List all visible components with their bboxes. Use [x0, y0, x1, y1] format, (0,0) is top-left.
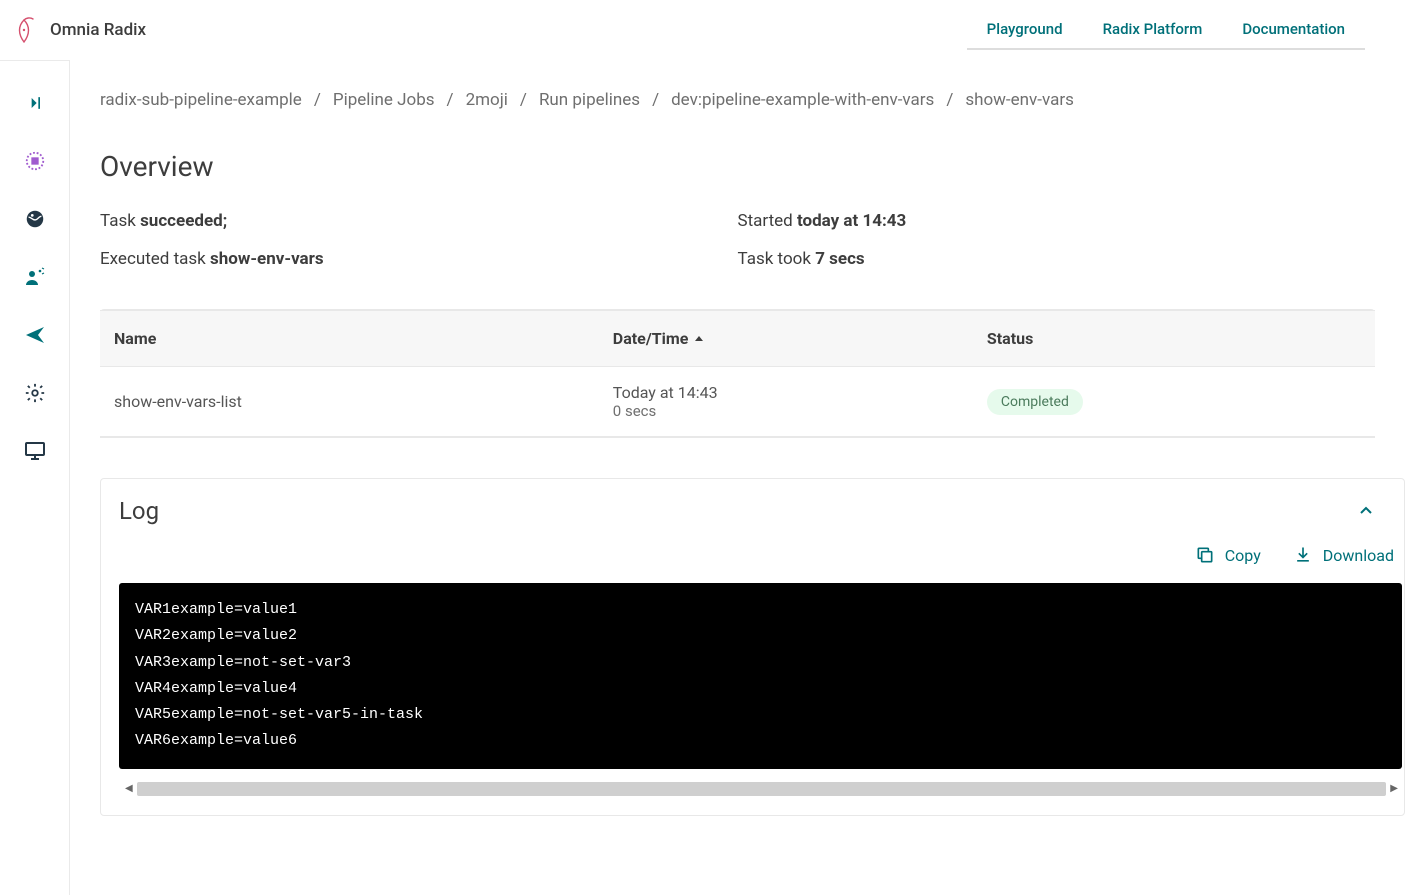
row-name: show-env-vars-list [114, 392, 613, 411]
copy-button[interactable]: Copy [1195, 545, 1261, 565]
table-header: Name Date/Time Status [100, 310, 1375, 367]
breadcrumb-1[interactable]: Pipeline Jobs [333, 90, 435, 110]
started-prefix: Started [738, 211, 797, 231]
brand-name: Omnia Radix [50, 20, 146, 40]
overview-grid: Task succeeded; Started today at 14:43 E… [100, 211, 1375, 269]
log-panel: Log Copy Download [100, 478, 1405, 816]
nav-radix-platform[interactable]: Radix Platform [1083, 10, 1223, 48]
log-title: Log [119, 497, 159, 525]
collapse-log-icon[interactable] [1358, 503, 1374, 519]
copy-icon [1195, 545, 1215, 565]
nav-playground[interactable]: Playground [967, 10, 1083, 48]
expand-sidebar-icon[interactable] [23, 91, 47, 115]
row-datetime: Today at 14:43 0 secs [613, 383, 987, 420]
overview-title: Overview [100, 150, 1375, 183]
col-datetime[interactable]: Date/Time [613, 329, 987, 348]
download-button[interactable]: Download [1293, 545, 1394, 565]
took-line: Task took 7 secs [738, 249, 1376, 269]
top-header: Omnia Radix Playground Radix Platform Do… [0, 0, 1405, 60]
task-status-value: succeeded; [140, 211, 227, 231]
sidebar-item-globe-icon[interactable] [23, 207, 47, 231]
row-datetime-value: Today at 14:43 [613, 383, 987, 402]
main: radix-sub-pipeline-example / Pipeline Jo… [70, 60, 1405, 895]
copy-label: Copy [1225, 546, 1261, 565]
breadcrumb-0[interactable]: radix-sub-pipeline-example [100, 90, 302, 110]
breadcrumb-5: show-env-vars [965, 90, 1074, 110]
nav-documentation[interactable]: Documentation [1222, 10, 1365, 48]
sidebar [0, 60, 70, 895]
breadcrumb-sep: / [447, 90, 454, 110]
executed-value: show-env-vars [210, 249, 324, 269]
scroll-left-icon[interactable]: ◀ [125, 783, 133, 794]
sidebar-item-monitor-icon[interactable] [23, 439, 47, 463]
steps-table: Name Date/Time Status show-env-vars-list… [100, 309, 1375, 438]
brand-logo-icon [8, 14, 40, 46]
breadcrumb-sep: / [652, 90, 659, 110]
status-badge: Completed [987, 389, 1083, 415]
sort-asc-icon [694, 334, 704, 344]
breadcrumb-sep: / [314, 90, 321, 110]
download-label: Download [1323, 546, 1394, 565]
brand[interactable]: Omnia Radix [8, 14, 146, 46]
col-status[interactable]: Status [987, 329, 1361, 348]
task-status-line: Task succeeded; [100, 211, 738, 231]
task-status-prefix: Task [100, 211, 140, 231]
col-datetime-label: Date/Time [613, 329, 689, 348]
started-value: today at 14:43 [797, 211, 906, 231]
breadcrumb-4[interactable]: dev:pipeline-example-with-env-vars [671, 90, 934, 110]
breadcrumb-sep: / [946, 90, 953, 110]
scroll-thumb[interactable] [137, 782, 1387, 796]
started-line: Started today at 14:43 [738, 211, 1376, 231]
breadcrumb: radix-sub-pipeline-example / Pipeline Jo… [100, 90, 1375, 110]
log-actions: Copy Download [119, 525, 1404, 583]
hscroll-track[interactable]: ◀ ▶ [119, 781, 1404, 797]
sidebar-item-users-icon[interactable] [23, 265, 47, 289]
col-name[interactable]: Name [114, 329, 613, 348]
row-status: Completed [987, 389, 1361, 415]
sidebar-item-app-icon[interactable] [23, 149, 47, 173]
breadcrumb-3[interactable]: Run pipelines [539, 90, 640, 110]
executed-prefix: Executed task [100, 249, 210, 269]
sidebar-item-send-icon[interactable] [23, 323, 47, 347]
scroll-right-icon[interactable]: ▶ [1390, 783, 1398, 794]
table-row[interactable]: show-env-vars-list Today at 14:43 0 secs… [100, 367, 1375, 437]
executed-line: Executed task show-env-vars [100, 249, 738, 269]
took-value: 7 secs [815, 249, 864, 269]
breadcrumb-sep: / [520, 90, 527, 110]
row-duration: 0 secs [613, 402, 987, 420]
sidebar-item-settings-icon[interactable] [23, 381, 47, 405]
log-content[interactable]: VAR1example=value1 VAR2example=value2 VA… [119, 583, 1402, 769]
download-icon [1293, 545, 1313, 565]
took-prefix: Task took [738, 249, 816, 269]
breadcrumb-2[interactable]: 2moji [466, 90, 508, 110]
top-nav: Playground Radix Platform Documentation [967, 10, 1365, 50]
